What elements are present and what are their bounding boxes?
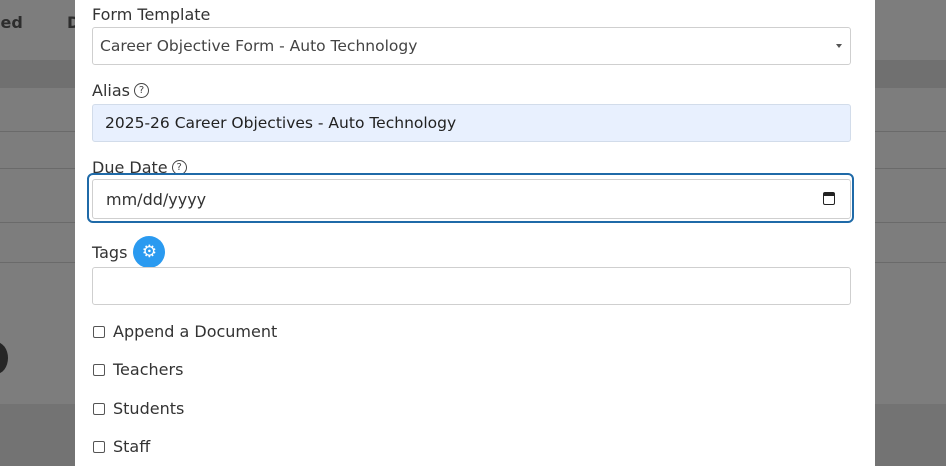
background-row-divider <box>875 131 946 132</box>
append-document-option[interactable]: Append a Document <box>93 322 277 341</box>
teachers-label: Teachers <box>113 360 184 379</box>
teachers-checkbox[interactable] <box>93 363 105 376</box>
background-row-divider <box>875 262 946 263</box>
students-option[interactable]: Students <box>93 399 184 418</box>
help-icon[interactable]: ? <box>133 83 149 98</box>
modal-dialog: Form Template Career Objective Form - Au… <box>75 0 875 466</box>
chevron-down-icon <box>836 44 842 48</box>
background-table-header <box>0 60 75 88</box>
form-template-select[interactable]: Career Objective Form - Auto Technology <box>92 27 851 65</box>
tags-label: Tags ⚙ <box>92 236 166 268</box>
tags-input[interactable] <box>92 267 851 305</box>
form-template-label: Form Template <box>92 5 210 24</box>
alias-value: 2025-26 Career Objectives - Auto Technol… <box>105 114 457 132</box>
students-label: Students <box>113 399 185 418</box>
alias-label: Alias ? <box>92 81 149 100</box>
tags-label-text: Tags <box>92 242 128 262</box>
append-document-checkbox[interactable] <box>93 325 105 338</box>
alias-label-text: Alias <box>92 81 130 100</box>
background-row-divider <box>0 168 75 169</box>
background-header-text: led <box>0 13 23 32</box>
staff-option[interactable]: Staff <box>93 437 150 456</box>
due-date-input[interactable]: mm/dd/yyyy <box>92 179 851 219</box>
append-document-label: Append a Document <box>113 322 278 341</box>
students-checkbox[interactable] <box>93 402 105 415</box>
background-row-divider <box>875 168 946 169</box>
staff-label: Staff <box>113 437 151 456</box>
due-date-placeholder: mm/dd/yyyy <box>106 190 207 209</box>
background-row-divider <box>0 262 75 263</box>
tags-settings-button[interactable]: ⚙ <box>133 236 166 268</box>
calendar-icon[interactable] <box>823 192 835 205</box>
background-round-button <box>0 342 8 374</box>
staff-checkbox[interactable] <box>93 440 105 453</box>
background-row-divider <box>875 222 946 223</box>
form-template-selected-value: Career Objective Form - Auto Technology <box>100 37 418 55</box>
form-template-label-text: Form Template <box>92 5 211 24</box>
gear-icon: ⚙ <box>141 242 158 262</box>
teachers-option[interactable]: Teachers <box>93 360 183 379</box>
alias-input[interactable]: 2025-26 Career Objectives - Auto Technol… <box>92 104 851 142</box>
background-table-header-right <box>875 60 946 88</box>
background-row-divider <box>0 131 75 132</box>
background-row-divider <box>0 222 75 223</box>
